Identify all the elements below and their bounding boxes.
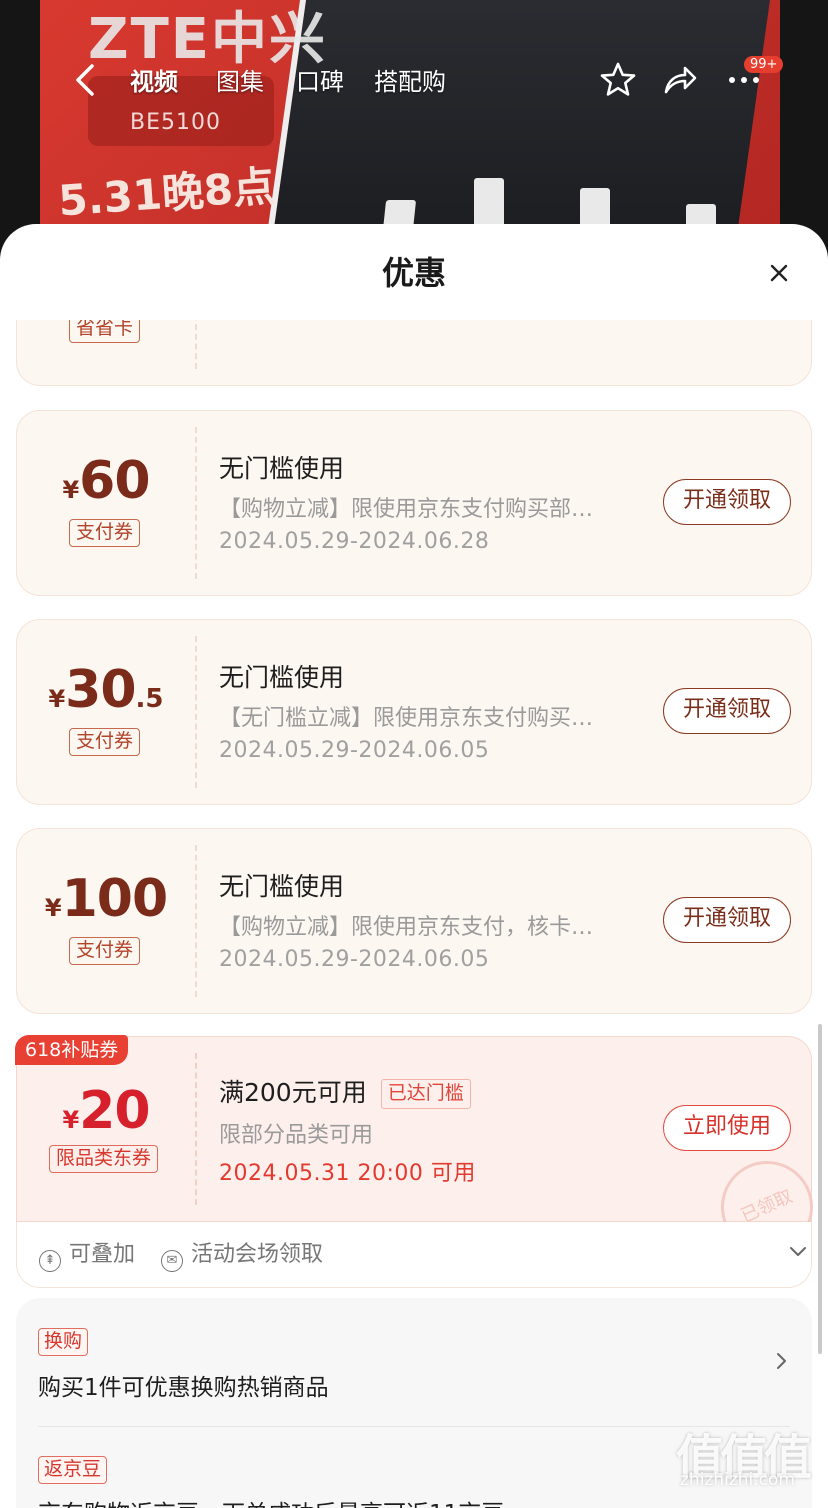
coupon-validity: 2024.05.29-2024.06.05 bbox=[219, 738, 490, 763]
sheet-title: 优惠 bbox=[381, 254, 446, 292]
claim-button[interactable]: 开通领取 bbox=[663, 897, 791, 943]
model-text: BE5100 bbox=[130, 110, 221, 135]
coupon-type-tag: 支付券 bbox=[69, 728, 141, 756]
top-navigation: 视频 图集 口碑 搭配购 99+ bbox=[0, 48, 828, 112]
perk-tag: 换购 bbox=[38, 1328, 89, 1356]
coupon-flag: 618补贴券 bbox=[15, 1035, 129, 1065]
coupon-amount: ¥60 bbox=[62, 451, 150, 511]
ticket-icon: ✉ bbox=[161, 1250, 183, 1272]
coupon-amount: ¥30.5 bbox=[48, 660, 164, 720]
chevron-down-icon[interactable] bbox=[787, 1240, 809, 1262]
star-icon[interactable] bbox=[598, 60, 638, 100]
tab-reviews[interactable]: 口碑 bbox=[296, 62, 344, 97]
coupon-description: 限部分品类可用 bbox=[219, 1123, 374, 1148]
coupon-validity: 2024.05.31 20:00 可用 bbox=[219, 1161, 476, 1186]
coupon-type-tag: 限品类东券 bbox=[49, 1145, 159, 1173]
tab-video[interactable]: 视频 bbox=[130, 62, 178, 97]
coupon-description: 【无门槛立减】限使用京东支付购买… bbox=[219, 706, 594, 731]
product-media[interactable]: ZTE中兴 BE5100 5.31晚8点 bbox=[0, 0, 828, 260]
claim-button[interactable]: 开通领取 bbox=[663, 688, 791, 734]
coupon-type-tag: 支付券 bbox=[69, 937, 141, 965]
coupon-amount: ¥100 bbox=[44, 869, 168, 929]
threshold-reached-badge: 已达门槛 bbox=[380, 1079, 471, 1109]
coupon-title: 无门槛使用 bbox=[219, 663, 345, 692]
coupon-title: 无门槛使用 bbox=[219, 872, 345, 901]
stackable-info: ⇞ 可叠加 bbox=[39, 1236, 135, 1272]
discount-sheet: 优惠 省省卡 ¥60 支付券 无门槛使用 【购物立减】限使用京东支付购买部… 2… bbox=[0, 224, 828, 1508]
coupon-title: 无门槛使用 bbox=[219, 454, 345, 483]
source-info: ✉ 活动会场领取 bbox=[161, 1236, 323, 1272]
coupon-amount: ¥20 bbox=[62, 1081, 150, 1141]
site-watermark: 值值值 zhizhizhi.com bbox=[676, 1430, 812, 1490]
chevron-right-icon[interactable] bbox=[772, 1350, 792, 1372]
perk-text[interactable]: 购买1件可优惠换购热销商品 bbox=[38, 1368, 329, 1402]
coupon-description: 【购物立减】限使用京东支付购买部… bbox=[219, 497, 594, 522]
coupon-card-partial: 省省卡 bbox=[16, 320, 812, 386]
message-badge: 99+ bbox=[744, 56, 784, 73]
scrollbar[interactable] bbox=[818, 1024, 822, 1354]
stack-icon: ⇞ bbox=[39, 1250, 61, 1272]
coupon-list[interactable]: 省省卡 ¥60 支付券 无门槛使用 【购物立减】限使用京东支付购买部… 2024… bbox=[0, 320, 828, 1508]
close-icon[interactable] bbox=[764, 258, 794, 288]
claim-button[interactable]: 开通领取 bbox=[663, 479, 791, 525]
coupon-title: 满200元可用 已达门槛 bbox=[219, 1073, 471, 1109]
coupon-card: ¥60 支付券 无门槛使用 【购物立减】限使用京东支付购买部… 2024.05.… bbox=[16, 410, 812, 596]
coupon-card: ¥100 支付券 无门槛使用 【购物立减】限使用京东支付，核卡… 2024.05… bbox=[16, 828, 812, 1014]
coupon-card: ¥30.5 支付券 无门槛使用 【无门槛立减】限使用京东支付购买… 2024.0… bbox=[16, 619, 812, 805]
share-icon[interactable] bbox=[660, 60, 700, 100]
coupon-type-tag: 支付券 bbox=[69, 519, 141, 547]
subsidy-coupon-card: 618补贴券 ¥20 限品类东券 满200元可用 已达门槛 限部分品类可用 202… bbox=[15, 1035, 828, 1268]
coupon-validity: 2024.05.29-2024.06.28 bbox=[219, 529, 490, 554]
tab-gallery[interactable]: 图集 bbox=[216, 62, 264, 97]
perk-text[interactable]: 京东购物返京豆，下单成功后最高可返11京豆 bbox=[38, 1494, 504, 1508]
back-icon[interactable] bbox=[68, 58, 104, 102]
perk-tag: 返京豆 bbox=[38, 1456, 108, 1484]
coupon-footer[interactable]: ⇞ 可叠加 ✉ 活动会场领取 bbox=[16, 1222, 812, 1288]
coupon-validity: 2024.05.29-2024.06.05 bbox=[219, 947, 490, 972]
coupon-type-tag: 省省卡 bbox=[69, 320, 141, 343]
tab-bundle[interactable]: 搭配购 bbox=[374, 62, 446, 97]
use-now-button[interactable]: 立即使用 bbox=[663, 1105, 791, 1151]
app-root: ZTE中兴 BE5100 5.31晚8点 视频 图集 口碑 搭配购 99+ 优惠 bbox=[0, 0, 828, 1508]
coupon-description: 【购物立减】限使用京东支付，核卡… bbox=[219, 915, 594, 940]
